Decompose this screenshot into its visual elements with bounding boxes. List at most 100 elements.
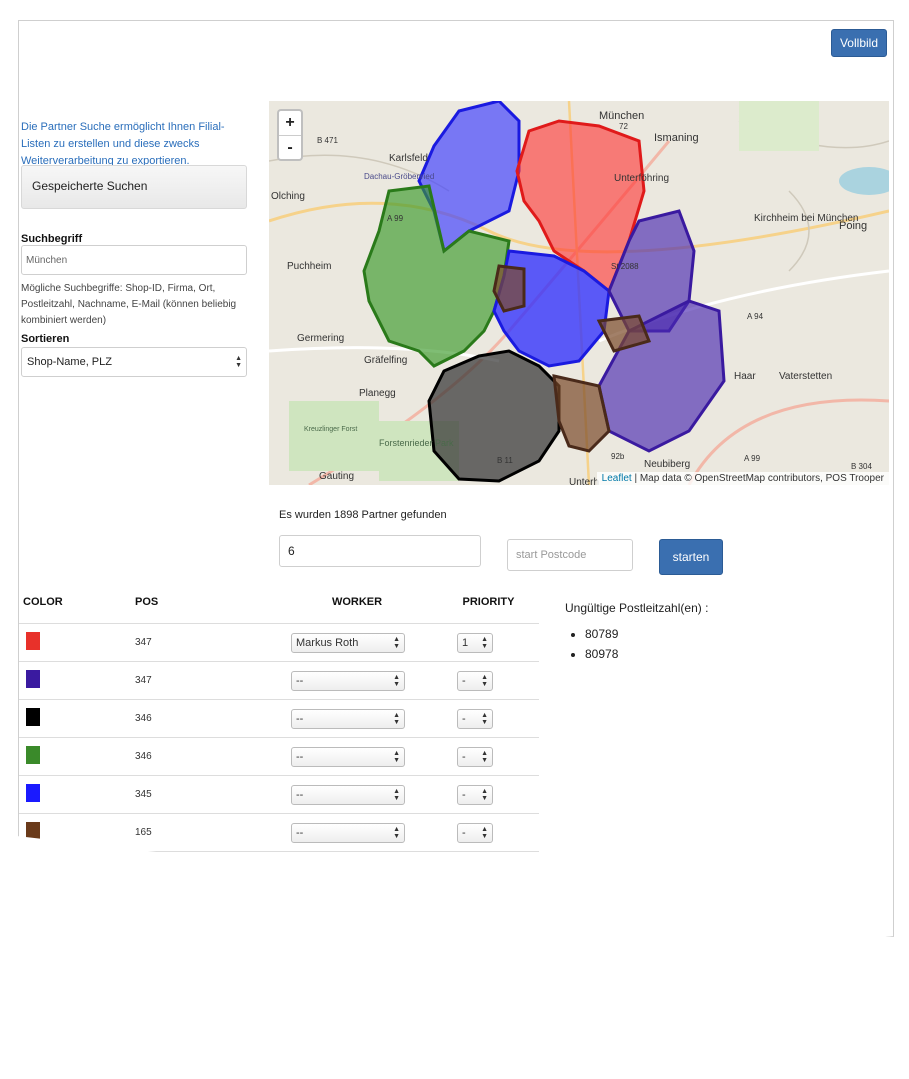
- app-page: Vollbild Die Partner Suche ermöglicht Ih…: [18, 20, 894, 937]
- place-label: Gräfelfing: [364, 355, 407, 366]
- select-arrows-icon: ▲ ▼: [481, 787, 488, 802]
- worker-select[interactable]: -- ▲ ▼: [291, 822, 405, 843]
- row-priority-cell: - ▲ ▼: [438, 661, 539, 700]
- search-label: Suchbegriff: [21, 233, 83, 245]
- search-input[interactable]: München: [21, 245, 247, 275]
- zoom-out-button[interactable]: -: [279, 136, 301, 160]
- place-label: Unterh: [569, 477, 599, 485]
- fullscreen-button[interactable]: Vollbild: [830, 29, 887, 57]
- road-label: A 99: [387, 214, 404, 223]
- road-label: A 99: [744, 454, 761, 463]
- place-label: Ismaning: [654, 132, 699, 144]
- place-label: Karlsfeld: [389, 153, 428, 164]
- select-arrows-icon: ▲ ▼: [481, 673, 488, 688]
- col-worker-header: WORKER: [276, 581, 438, 624]
- table-row: 346 -- ▲ ▼ - ▲ ▼: [19, 737, 539, 776]
- row-priority-cell: - ▲ ▼: [438, 737, 539, 776]
- priority-select-value: -: [462, 788, 466, 801]
- place-label: Poing: [839, 220, 867, 232]
- col-priority-header: PRIORITY: [438, 581, 539, 624]
- priority-select-value: -: [462, 826, 466, 839]
- priority-select[interactable]: - ▲ ▼: [457, 822, 493, 843]
- place-label: Dachau-Gröbenried: [364, 172, 434, 181]
- zoom-control: + -: [277, 109, 303, 161]
- start-postcode-input[interactable]: start Postcode: [507, 539, 633, 571]
- worker-select-value: --: [296, 674, 304, 687]
- sort-label: Sortieren: [21, 333, 70, 345]
- row-priority-cell: 1 ▲ ▼: [438, 623, 539, 662]
- col-color-header: COLOR: [19, 581, 134, 624]
- select-arrows-icon: ▲ ▼: [393, 787, 400, 802]
- place-label: Planegg: [359, 388, 396, 399]
- invalid-postcodes-list: 80789 80978: [565, 627, 708, 661]
- color-swatch: [26, 746, 40, 764]
- worker-select[interactable]: -- ▲ ▼: [291, 670, 405, 691]
- row-pos-cell: 346: [134, 699, 276, 738]
- road-label: St 2088: [611, 262, 639, 271]
- worker-select[interactable]: -- ▲ ▼: [291, 746, 405, 767]
- select-arrows-icon: ▲ ▼: [481, 749, 488, 764]
- sort-select[interactable]: Shop-Name, PLZ ▲ ▼: [21, 347, 247, 377]
- select-arrows-icon: ▲ ▼: [393, 711, 400, 726]
- priority-select[interactable]: 1 ▲ ▼: [457, 632, 493, 653]
- color-swatch: [26, 822, 40, 840]
- group-count-input[interactable]: 6: [279, 535, 481, 567]
- priority-select-value: 1: [462, 636, 469, 649]
- place-label: Vaterstetten: [779, 371, 832, 382]
- zoom-in-button[interactable]: +: [279, 111, 301, 136]
- row-priority-cell: - ▲ ▼: [438, 775, 539, 814]
- row-pos-cell: 345: [134, 775, 276, 814]
- map-canvas[interactable]: München Ismaning Karlsfeld Dachau-Gröben…: [269, 101, 889, 485]
- saved-searches-button[interactable]: Gespeicherte Suchen: [21, 165, 247, 209]
- priority-select[interactable]: - ▲ ▼: [457, 784, 493, 805]
- priority-select-value: -: [462, 712, 466, 725]
- select-arrows-icon: ▲ ▼: [393, 749, 400, 764]
- worker-select-value: --: [296, 750, 304, 763]
- worker-select-value: --: [296, 826, 304, 839]
- row-priority-cell: - ▲ ▼: [438, 699, 539, 738]
- priority-select-value: -: [462, 674, 466, 687]
- priority-select[interactable]: - ▲ ▼: [457, 746, 493, 767]
- select-arrows-icon: ▲ ▼: [481, 635, 488, 650]
- road-label: B 304: [851, 462, 872, 471]
- invalid-postcodes: Ungültige Postleitzahl(en) : 80789 80978: [565, 601, 708, 667]
- table-row: 165 -- ▲ ▼ - ▲ ▼: [19, 813, 539, 852]
- row-color-cell: [19, 623, 134, 662]
- place-label: München: [599, 110, 644, 122]
- table-row: 347 Markus Roth ▲ ▼ 1 ▲ ▼: [19, 623, 539, 662]
- place-label: Olching: [271, 191, 305, 202]
- row-pos-cell: 165: [134, 813, 276, 852]
- leaflet-link[interactable]: Leaflet: [602, 473, 632, 484]
- attribution-text: | Map data © OpenStreetMap contributors,…: [631, 473, 884, 484]
- worker-select[interactable]: Markus Roth ▲ ▼: [291, 632, 405, 653]
- row-pos-cell: 347: [134, 661, 276, 700]
- select-arrows-icon: ▲ ▼: [393, 673, 400, 688]
- row-color-cell: [19, 775, 134, 814]
- place-label: Neubiberg: [644, 459, 690, 470]
- priority-select[interactable]: - ▲ ▼: [457, 708, 493, 729]
- priority-select-value: -: [462, 750, 466, 763]
- select-arrows-icon: ▲ ▼: [481, 825, 488, 840]
- row-worker-cell: -- ▲ ▼: [276, 699, 438, 738]
- map-attribution: Leaflet | Map data © OpenStreetMap contr…: [596, 472, 889, 485]
- row-worker-cell: -- ▲ ▼: [276, 775, 438, 814]
- priority-select[interactable]: - ▲ ▼: [457, 670, 493, 691]
- row-worker-cell: -- ▲ ▼: [276, 813, 438, 852]
- row-pos-cell: 347: [134, 623, 276, 662]
- worker-select[interactable]: -- ▲ ▼: [291, 784, 405, 805]
- map[interactable]: München Ismaning Karlsfeld Dachau-Gröben…: [269, 101, 889, 485]
- table-row: 346 -- ▲ ▼ - ▲ ▼: [19, 699, 539, 738]
- place-label: Puchheim: [287, 261, 331, 272]
- worker-select[interactable]: -- ▲ ▼: [291, 708, 405, 729]
- start-button[interactable]: starten: [659, 539, 723, 575]
- row-worker-cell: Markus Roth ▲ ▼: [276, 623, 438, 662]
- road-label: A 94: [747, 312, 764, 321]
- list-item: 80789: [585, 627, 708, 641]
- row-color-cell: [19, 813, 134, 852]
- table-header-row: COLOR POS WORKER PRIORITY: [19, 581, 539, 624]
- worker-select-value: --: [296, 788, 304, 801]
- stage: Vollbild Die Partner Suche ermöglicht Ih…: [0, 0, 909, 1079]
- col-pos-header: POS: [134, 581, 276, 624]
- invalid-postcodes-title: Ungültige Postleitzahl(en) :: [565, 601, 709, 615]
- row-priority-cell: - ▲ ▼: [438, 813, 539, 852]
